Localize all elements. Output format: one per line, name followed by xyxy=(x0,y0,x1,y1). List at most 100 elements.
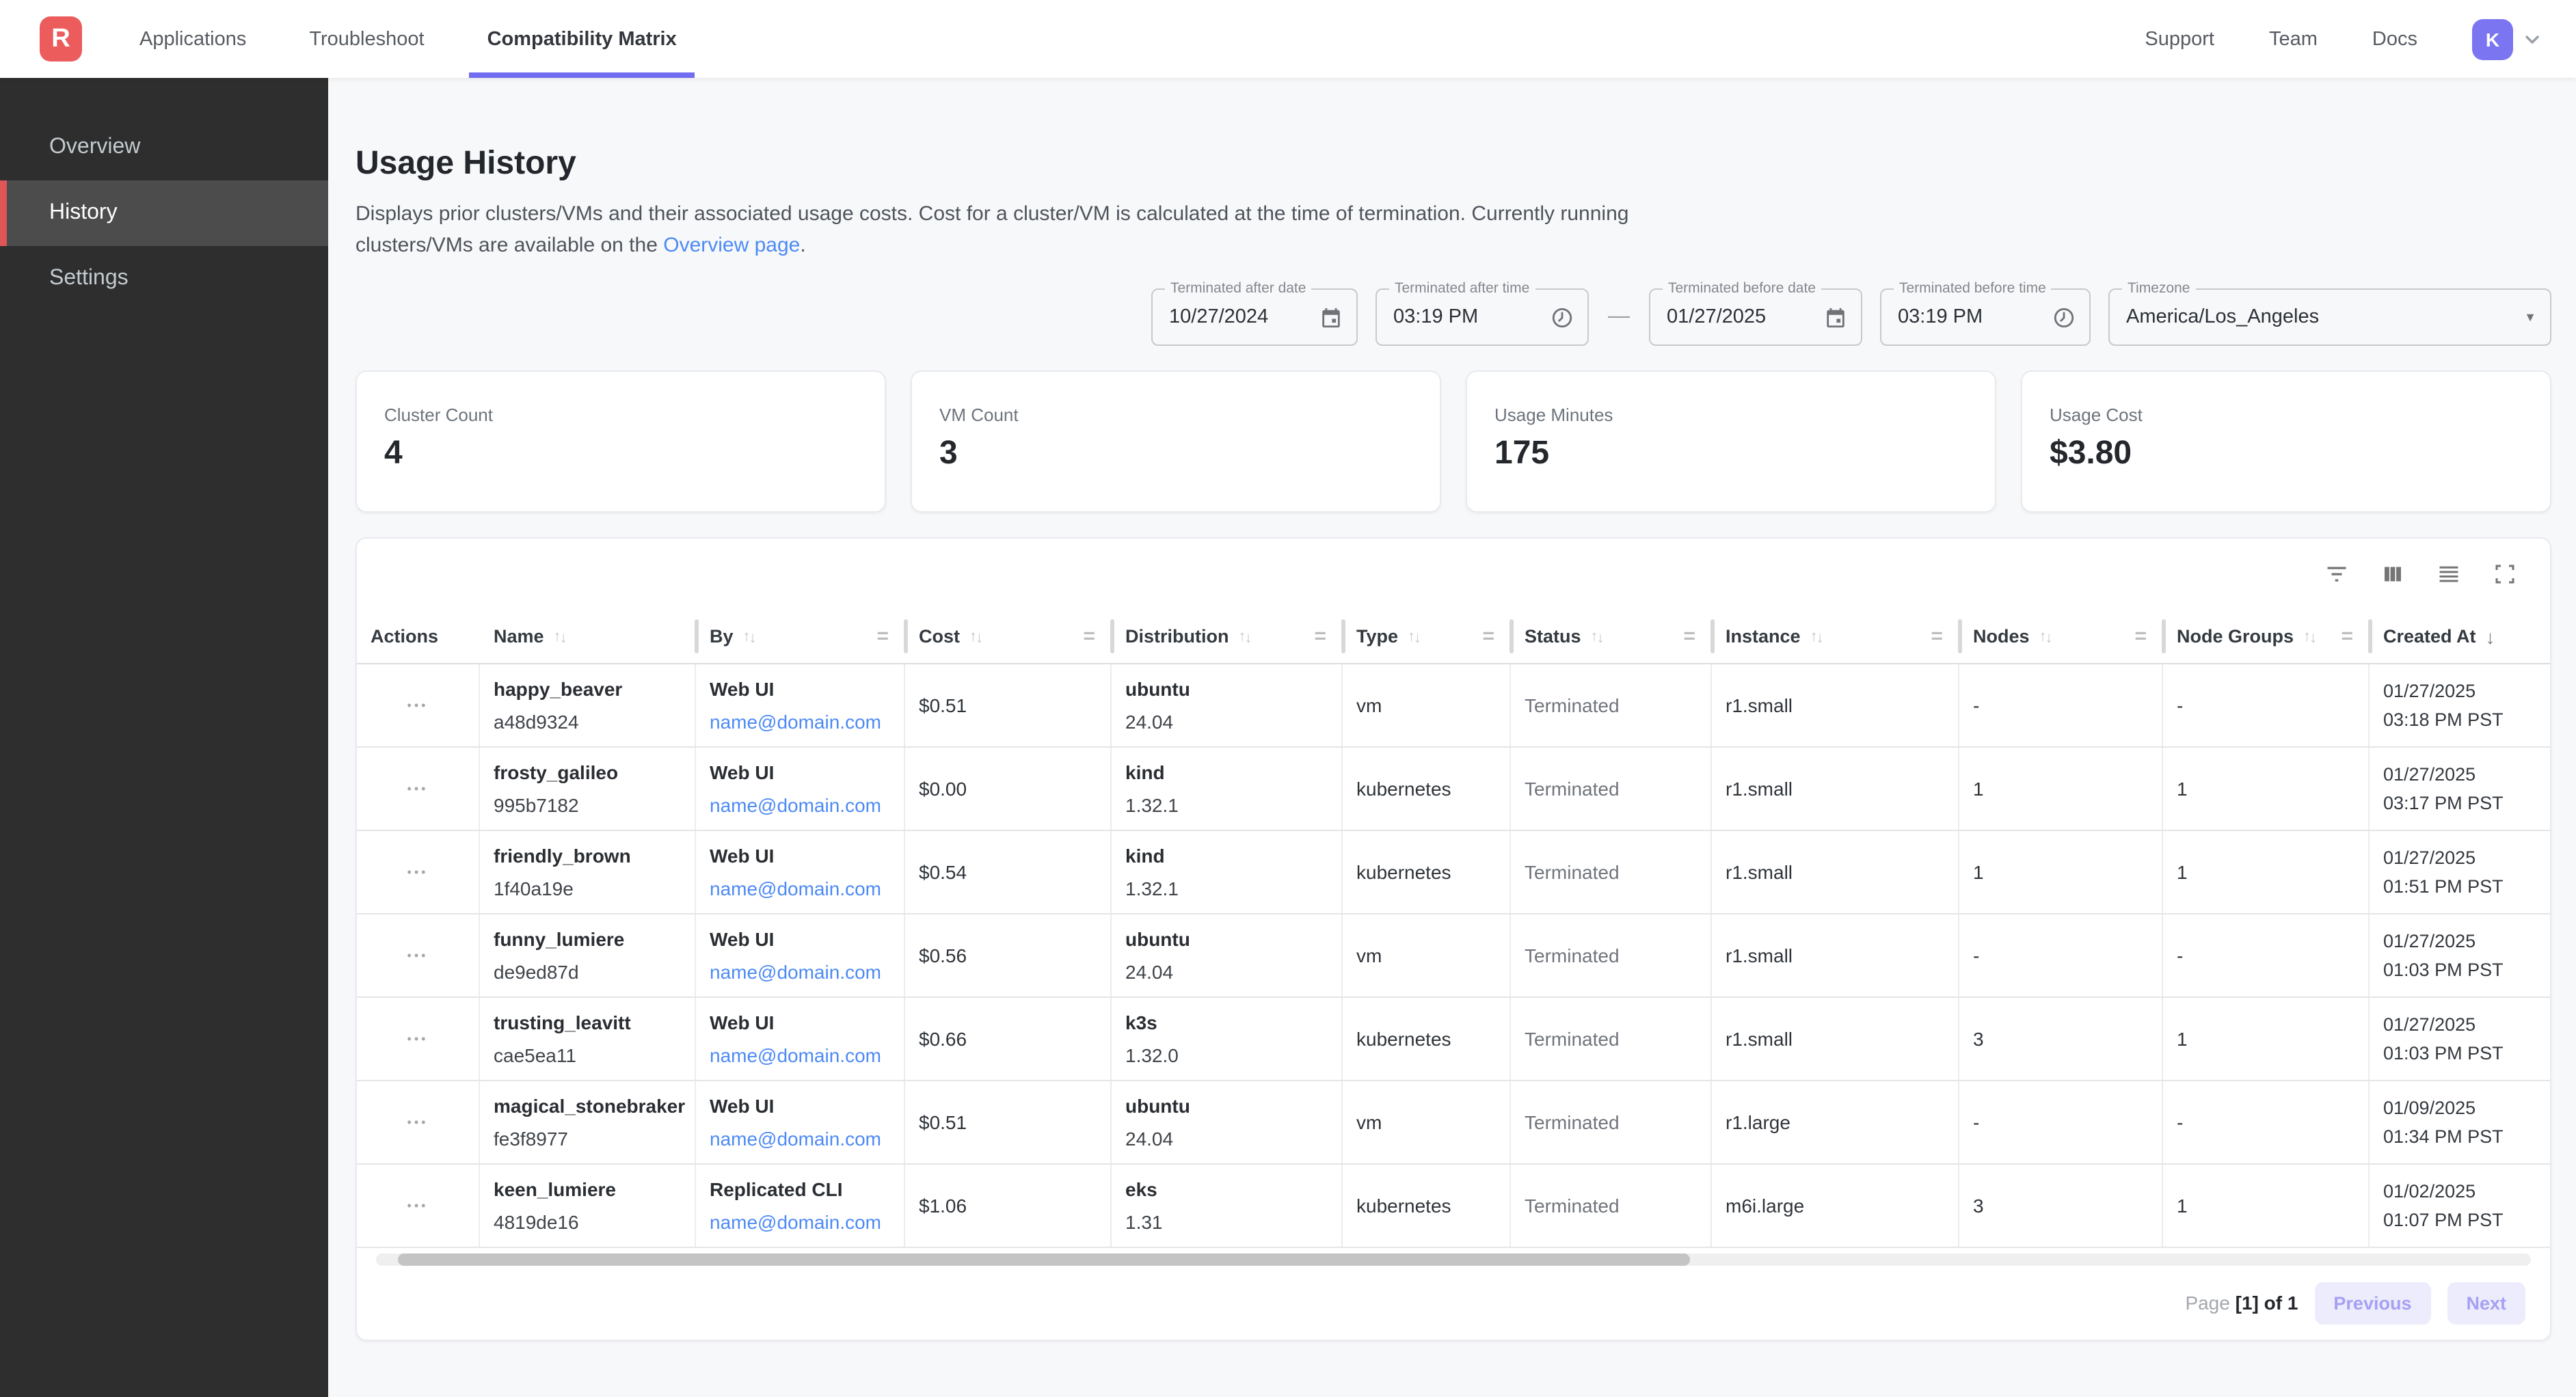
created-by-method: Web UI xyxy=(710,1012,904,1033)
row-actions-button[interactable]: ••• xyxy=(407,782,429,796)
column-menu-icon[interactable]: = xyxy=(876,625,889,648)
created-by-email-link[interactable]: name@domain.com xyxy=(710,1128,904,1150)
row-actions-button[interactable]: ••• xyxy=(407,949,429,962)
column-menu-icon[interactable]: = xyxy=(1482,625,1494,648)
sidebar-item-settings[interactable]: Settings xyxy=(0,246,328,312)
distribution-version: 24.04 xyxy=(1125,961,1341,983)
cell-by: Web UIname@domain.com xyxy=(696,664,905,746)
column-header-type[interactable]: Type↑↓= xyxy=(1343,610,1511,663)
column-header-cost[interactable]: Cost↑↓= xyxy=(905,610,1112,663)
nav-link-team[interactable]: Team xyxy=(2269,28,2318,50)
sort-arrows-icon[interactable]: ↑↓ xyxy=(1239,628,1252,645)
range-separator: — xyxy=(1607,305,1631,329)
type-value: vm xyxy=(1356,694,1510,716)
sort-arrows-icon[interactable]: ↑↓ xyxy=(969,628,983,645)
column-header-status[interactable]: Status↑↓= xyxy=(1511,610,1712,663)
cell-by: Web UI name@domain.com xyxy=(696,998,905,1080)
cluster-name: funny_lumiere xyxy=(494,928,695,950)
tab-compatibility-matrix[interactable]: Compatibility Matrix xyxy=(487,0,677,78)
cell-created_at: 01/27/202503:17 PM PST xyxy=(2370,748,2550,830)
horizontal-scrollbar-thumb[interactable] xyxy=(398,1253,1691,1266)
sort-arrows-icon[interactable]: ↑↓ xyxy=(743,628,757,645)
cell-name: keen_lumiere4819de16 xyxy=(480,1165,696,1247)
sort-arrows-icon[interactable]: ↑↓ xyxy=(1591,628,1605,645)
density-icon[interactable] xyxy=(2437,562,2461,586)
distribution-name: ubuntu xyxy=(1125,1095,1341,1117)
cell-cost: $0.00 xyxy=(905,748,1112,830)
terminated-after-time-field[interactable]: Terminated after time 03:19 PM xyxy=(1376,288,1589,346)
created-time: 01:34 PM PST xyxy=(2383,1128,2550,1146)
cluster-id: a48d9324 xyxy=(494,711,695,733)
column-menu-icon[interactable]: = xyxy=(2134,625,2147,648)
account-menu[interactable]: K xyxy=(2472,18,2543,59)
tab-troubleshoot[interactable]: Troubleshoot xyxy=(309,0,424,78)
column-header-created_at[interactable]: Created At↓ xyxy=(2370,610,2550,663)
row-actions-button[interactable]: ••• xyxy=(407,698,429,712)
calendar-icon[interactable] xyxy=(1824,306,1847,329)
created-by-email-link[interactable]: name@domain.com xyxy=(710,1211,904,1233)
cell-type: kubernetes xyxy=(1343,998,1511,1080)
row-actions-button[interactable]: ••• xyxy=(407,865,429,879)
row-actions-button[interactable]: ••• xyxy=(407,1115,429,1129)
replicated-logo[interactable]: R xyxy=(40,16,82,62)
terminated-after-date-field[interactable]: Terminated after date 10/27/2024 xyxy=(1151,288,1358,346)
column-header-distribution[interactable]: Distribution↑↓= xyxy=(1112,610,1343,663)
column-header-instance[interactable]: Instance↑↓= xyxy=(1712,610,1959,663)
fullscreen-icon[interactable] xyxy=(2493,562,2517,586)
sidebar-item-label: Settings xyxy=(49,267,129,291)
sort-arrows-icon[interactable]: ↑↓ xyxy=(2303,628,2317,645)
sidebar-item-label: History xyxy=(49,201,118,226)
previous-button[interactable]: Previous xyxy=(2314,1281,2430,1324)
nav-link-docs[interactable]: Docs xyxy=(2372,28,2417,50)
sort-arrows-icon[interactable]: ↑↓ xyxy=(2039,628,2053,645)
sort-arrows-icon[interactable]: ↑↓ xyxy=(1408,628,1421,645)
columns-icon[interactable] xyxy=(2380,562,2405,586)
cell-by: Web UIname@domain.com xyxy=(696,748,905,830)
terminated-before-time-field[interactable]: Terminated before time 03:19 PM xyxy=(1880,288,2091,346)
terminated-before-date-field[interactable]: Terminated before date 01/27/2025 xyxy=(1649,288,1862,346)
chevron-down-icon[interactable] xyxy=(2521,28,2543,50)
row-actions-button[interactable]: ••• xyxy=(407,1032,429,1046)
row-actions-button[interactable]: ••• xyxy=(407,1199,429,1212)
next-button[interactable]: Next xyxy=(2447,1281,2525,1324)
column-menu-icon[interactable]: = xyxy=(2341,625,2353,648)
status-value: Terminated xyxy=(1525,694,1710,716)
calendar-icon[interactable] xyxy=(1319,306,1343,329)
stat-label: VM Count xyxy=(939,405,1412,425)
column-header-by[interactable]: By↑↓= xyxy=(696,610,905,663)
field-value: America/Los_Angeles xyxy=(2126,306,2524,328)
sort-down-icon: ↓ xyxy=(976,629,983,646)
created-by-email-link[interactable]: name@domain.com xyxy=(710,1044,904,1066)
type-value: vm xyxy=(1356,1111,1510,1133)
distribution-version: 1.32.0 xyxy=(1125,1044,1341,1066)
cell-status: Terminated xyxy=(1511,664,1712,746)
tab-applications[interactable]: Applications xyxy=(139,0,246,78)
sidebar-item-history[interactable]: History xyxy=(0,180,328,246)
timezone-select[interactable]: Timezone America/Los_Angeles ▼ xyxy=(2108,288,2551,346)
filter-icon[interactable] xyxy=(2324,562,2349,586)
column-menu-icon[interactable]: = xyxy=(1931,625,1943,648)
cell-name: frosty_galileo995b7182 xyxy=(480,748,696,830)
sort-arrows-icon[interactable]: ↑↓ xyxy=(1810,628,1824,645)
column-header-node_groups[interactable]: Node Groups↑↓= xyxy=(2163,610,2370,663)
sort-arrows-icon[interactable]: ↑↓ xyxy=(554,628,567,645)
created-by-email-link[interactable]: name@domain.com xyxy=(710,961,904,983)
column-menu-icon[interactable]: = xyxy=(1314,625,1326,648)
avatar[interactable]: K xyxy=(2472,18,2513,59)
nav-link-support[interactable]: Support xyxy=(2145,28,2214,50)
created-by-email-link[interactable]: name@domain.com xyxy=(710,711,904,733)
overview-page-link[interactable]: Overview page xyxy=(663,233,800,256)
sort-desc-icon[interactable]: ↓ xyxy=(2486,625,2495,647)
clock-icon[interactable] xyxy=(2052,306,2076,329)
created-by-email-link[interactable]: name@domain.com xyxy=(710,878,904,899)
column-label: Name xyxy=(494,626,544,647)
cell-actions: ••• xyxy=(357,914,480,996)
clock-icon[interactable] xyxy=(1551,306,1574,329)
column-menu-icon[interactable]: = xyxy=(1083,625,1095,648)
sidebar-item-overview[interactable]: Overview xyxy=(0,115,328,180)
column-header-nodes[interactable]: Nodes↑↓= xyxy=(1959,610,2163,663)
column-menu-icon[interactable]: = xyxy=(1683,625,1695,648)
created-by-email-link[interactable]: name@domain.com xyxy=(710,794,904,816)
column-header-name[interactable]: Name ↑↓ xyxy=(480,610,696,663)
cost-value: $0.54 xyxy=(919,861,1110,883)
